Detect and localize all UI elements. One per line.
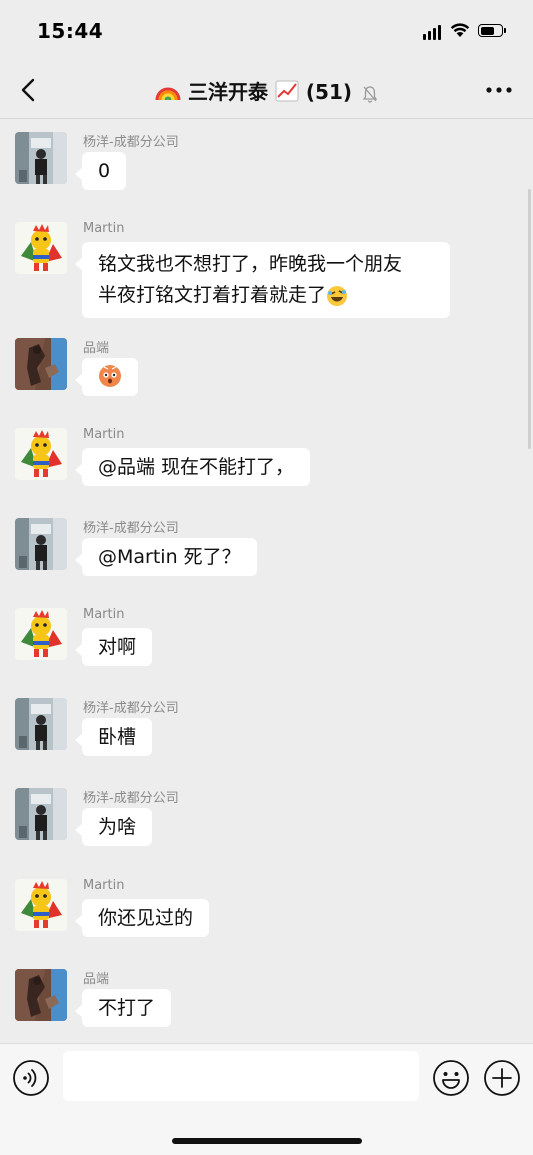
shocked-face-emoji-icon xyxy=(99,365,121,387)
message-line: 铭文我也不想打了，昨晚我一个朋友 xyxy=(98,253,403,275)
message-bubble[interactable]: @Martin 死了？ xyxy=(75,538,257,576)
sender-name: 品端 xyxy=(83,341,110,356)
chat-message-list[interactable]: 杨洋-成都分公司 0 Martin 铭文我也不想打了，昨晚我一个朋友 半夜打铭文… xyxy=(0,119,533,1043)
status-time: 15:44 xyxy=(37,19,104,43)
more-functions-plus-button[interactable] xyxy=(483,1059,521,1097)
rainbow-icon xyxy=(155,87,181,101)
avatar[interactable] xyxy=(15,428,67,480)
voice-input-button[interactable] xyxy=(12,1059,50,1097)
sender-name: 杨洋-成都分公司 xyxy=(83,135,179,150)
message-bubble[interactable] xyxy=(75,358,138,396)
message-bubble[interactable]: 对啊 xyxy=(74,628,153,666)
more-options-button[interactable] xyxy=(483,76,515,104)
avatar[interactable] xyxy=(15,222,67,274)
sender-name: 杨洋-成都分公司 xyxy=(83,791,179,806)
sender-name: Martin xyxy=(83,878,125,893)
message-bubble[interactable]: 铭文我也不想打了，昨晚我一个朋友 半夜打铭文打着打着就走了 xyxy=(75,242,450,318)
avatar[interactable] xyxy=(15,788,67,840)
message-bubble[interactable]: 你还见过的 xyxy=(74,899,210,937)
sender-name: 杨洋-成都分公司 xyxy=(83,701,179,716)
nav-bar: 三洋开泰 (51) xyxy=(0,62,533,119)
status-bar: 15:44 xyxy=(0,0,533,62)
sender-name: Martin xyxy=(83,427,125,442)
wifi-icon xyxy=(450,23,470,37)
message-line: 半夜打铭文打着打着就走了 xyxy=(98,280,434,311)
cellular-signal-icon xyxy=(423,24,443,40)
sender-name: 品端 xyxy=(83,972,110,987)
chat-title: 三洋开泰 (51) xyxy=(0,76,533,105)
battery-icon xyxy=(478,24,506,37)
message-bubble[interactable]: 为啥 xyxy=(74,808,153,846)
avatar[interactable] xyxy=(15,518,67,570)
message-bubble[interactable]: 不打了 xyxy=(74,989,172,1027)
message-input[interactable] xyxy=(63,1051,419,1101)
message-bubble[interactable]: 卧槽 xyxy=(74,718,153,756)
emoji-button[interactable] xyxy=(432,1059,470,1097)
sender-name: Martin xyxy=(83,607,125,622)
scrollbar[interactable] xyxy=(528,189,531,449)
message-bubble[interactable]: @品端 现在不能打了， xyxy=(74,448,311,486)
chart-increasing-icon xyxy=(275,80,299,102)
avatar[interactable] xyxy=(15,969,67,1021)
rolling-laughing-emoji-icon xyxy=(327,285,348,306)
avatar[interactable] xyxy=(15,879,67,931)
avatar[interactable] xyxy=(15,608,67,660)
message-bubble[interactable]: 0 xyxy=(74,152,127,190)
sender-name: Martin xyxy=(83,221,125,236)
home-indicator[interactable] xyxy=(172,1138,362,1144)
avatar[interactable] xyxy=(15,132,67,184)
input-bar xyxy=(0,1043,533,1155)
chat-name: 三洋开泰 xyxy=(187,80,268,104)
member-count: (51) xyxy=(305,80,353,104)
sender-name: 杨洋-成都分公司 xyxy=(83,521,179,536)
avatar[interactable] xyxy=(15,338,67,390)
avatar[interactable] xyxy=(15,698,67,750)
mute-bell-icon xyxy=(362,85,378,103)
